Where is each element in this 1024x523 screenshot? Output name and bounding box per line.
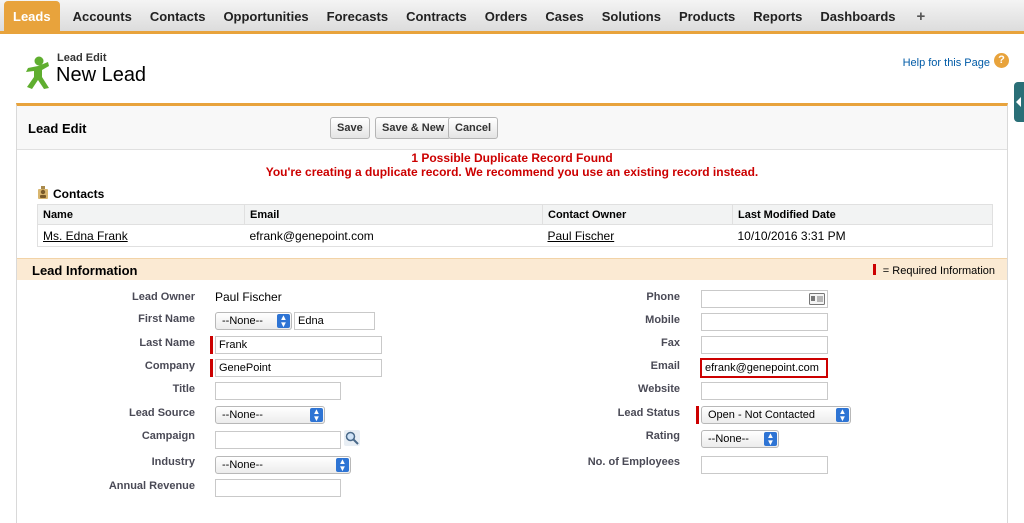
email-input[interactable] — [700, 358, 828, 378]
company-label: Company — [144, 360, 195, 372]
phone-label: Phone — [646, 291, 680, 303]
sidebar-toggle-handle[interactable] — [1014, 82, 1024, 122]
tab-reports[interactable]: Reports — [744, 1, 811, 31]
tab-orders[interactable]: Orders — [476, 1, 537, 31]
column-header-contact-owner[interactable]: Contact Owner — [542, 204, 733, 225]
lead-edit-block: Lead Edit Save Save & New Cancel 1 Possi… — [16, 103, 1008, 523]
select-arrows-icon: ▲ ▼ — [336, 458, 349, 473]
lookup-search-icon[interactable] — [344, 430, 360, 446]
required-marker — [696, 406, 699, 424]
page-header: Lead Edit New Lead Help for this Page ? — [18, 50, 1013, 98]
required-legend-text: = Required Information — [882, 265, 995, 277]
campaign-label: Campaign — [141, 430, 195, 442]
lead-owner-value: Paul Fischer — [215, 290, 282, 304]
lead-person-icon — [26, 56, 49, 89]
employees-label: No. of Employees — [587, 456, 680, 468]
tab-bar: Leads Accounts Contacts Opportunities Fo… — [0, 0, 1024, 34]
employees-input[interactable] — [701, 456, 828, 474]
contacts-icon — [38, 186, 48, 199]
duplicate-contacts-heading: Contacts — [37, 186, 104, 201]
last-modified-cell: 10/10/2016 3:31 PM — [737, 228, 846, 243]
website-input[interactable] — [701, 382, 828, 400]
industry-value: --None-- — [222, 459, 263, 471]
save-button[interactable]: Save — [330, 117, 370, 139]
select-arrows-icon: ▲ ▼ — [310, 408, 323, 423]
duplicate-records-table: Name Email Contact Owner Last Modified D… — [37, 204, 993, 247]
contact-card-icon[interactable] — [809, 293, 825, 305]
required-marker — [210, 336, 213, 354]
last-name-input[interactable] — [215, 336, 382, 354]
mobile-input[interactable] — [701, 313, 828, 331]
first-name-label: First Name — [138, 313, 195, 325]
contact-email-cell: efrank@genepoint.com — [249, 228, 374, 243]
tab-forecasts[interactable]: Forecasts — [318, 1, 397, 31]
page-title: New Lead — [56, 64, 147, 86]
required-marker — [210, 359, 213, 377]
rating-value: --None-- — [708, 433, 749, 445]
salutation-value: --None-- — [222, 315, 263, 327]
lead-source-select[interactable]: --None-- ▲ ▼ — [215, 406, 325, 424]
industry-label: Industry — [151, 456, 195, 468]
fax-input[interactable] — [701, 336, 828, 354]
column-header-name[interactable]: Name — [37, 204, 245, 225]
tab-leads[interactable]: Leads — [4, 1, 60, 31]
tab-cases[interactable]: Cases — [536, 1, 592, 31]
page-type-label: Lead Edit — [57, 52, 107, 64]
lead-owner-label: Lead Owner — [132, 291, 195, 303]
lead-source-value: --None-- — [222, 409, 263, 421]
lead-status-label: Lead Status — [617, 407, 680, 419]
block-title: Lead Edit — [28, 121, 87, 136]
help-link[interactable]: Help for this Page — [903, 57, 990, 69]
rating-select[interactable]: --None-- ▲ ▼ — [701, 430, 779, 448]
title-input[interactable] — [215, 382, 341, 400]
company-input[interactable] — [215, 359, 382, 377]
table-row: Ms. Edna Frank efrank@genepoint.com Paul… — [38, 225, 993, 247]
column-header-last-modified[interactable]: Last Modified Date — [732, 204, 993, 225]
email-label: Email — [650, 360, 680, 372]
lead-status-value: Open - Not Contacted — [708, 409, 816, 421]
section-title: Lead Information — [32, 263, 138, 278]
tab-opportunities[interactable]: Opportunities — [214, 1, 317, 31]
mobile-label: Mobile — [645, 314, 680, 326]
campaign-input[interactable] — [215, 431, 341, 449]
duplicate-warning-message: You're creating a duplicate record. We r… — [265, 165, 759, 179]
first-name-input[interactable] — [294, 312, 375, 330]
duplicate-warning-title: 1 Possible Duplicate Record Found — [411, 151, 613, 165]
salutation-select[interactable]: --None-- ▲ ▼ — [215, 312, 292, 330]
cancel-button[interactable]: Cancel — [448, 117, 499, 139]
tab-contracts[interactable]: Contracts — [397, 1, 476, 31]
select-arrows-icon: ▲ ▼ — [764, 432, 777, 447]
block-header: Lead Edit Save Save & New Cancel — [17, 106, 1007, 150]
tab-accounts[interactable]: Accounts — [64, 1, 141, 31]
lead-status-select[interactable]: Open - Not Contacted ▲ ▼ — [701, 406, 851, 424]
contacts-heading-label: Contacts — [53, 187, 105, 201]
column-header-email[interactable]: Email — [244, 204, 543, 225]
tab-solutions[interactable]: Solutions — [593, 1, 670, 31]
last-name-label: Last Name — [139, 337, 195, 349]
select-arrows-icon: ▲ ▼ — [836, 408, 849, 423]
tab-products[interactable]: Products — [670, 1, 744, 31]
required-marker — [872, 264, 876, 275]
annual-revenue-input[interactable] — [215, 479, 341, 497]
required-legend: = Required Information — [872, 264, 995, 277]
contact-owner-link[interactable]: Paul Fischer — [548, 229, 615, 243]
select-arrows-icon: ▲ ▼ — [277, 314, 290, 329]
tab-contacts[interactable]: Contacts — [141, 1, 215, 31]
rating-label: Rating — [645, 430, 680, 442]
help-icon[interactable]: ? — [994, 53, 1009, 68]
tab-dashboards[interactable]: Dashboards — [811, 1, 904, 31]
annual-revenue-label: Annual Revenue — [108, 480, 195, 492]
lead-information-section-header: Lead Information = Required Information — [17, 258, 1007, 280]
lead-source-label: Lead Source — [128, 407, 195, 419]
title-label: Title — [172, 383, 195, 395]
save-and-new-button[interactable]: Save & New — [375, 117, 452, 139]
industry-select[interactable]: --None-- ▲ ▼ — [215, 456, 351, 474]
website-label: Website — [638, 383, 680, 395]
fax-label: Fax — [661, 337, 680, 349]
add-tab-button[interactable]: + — [905, 1, 938, 31]
contact-name-link[interactable]: Ms. Edna Frank — [43, 229, 128, 243]
